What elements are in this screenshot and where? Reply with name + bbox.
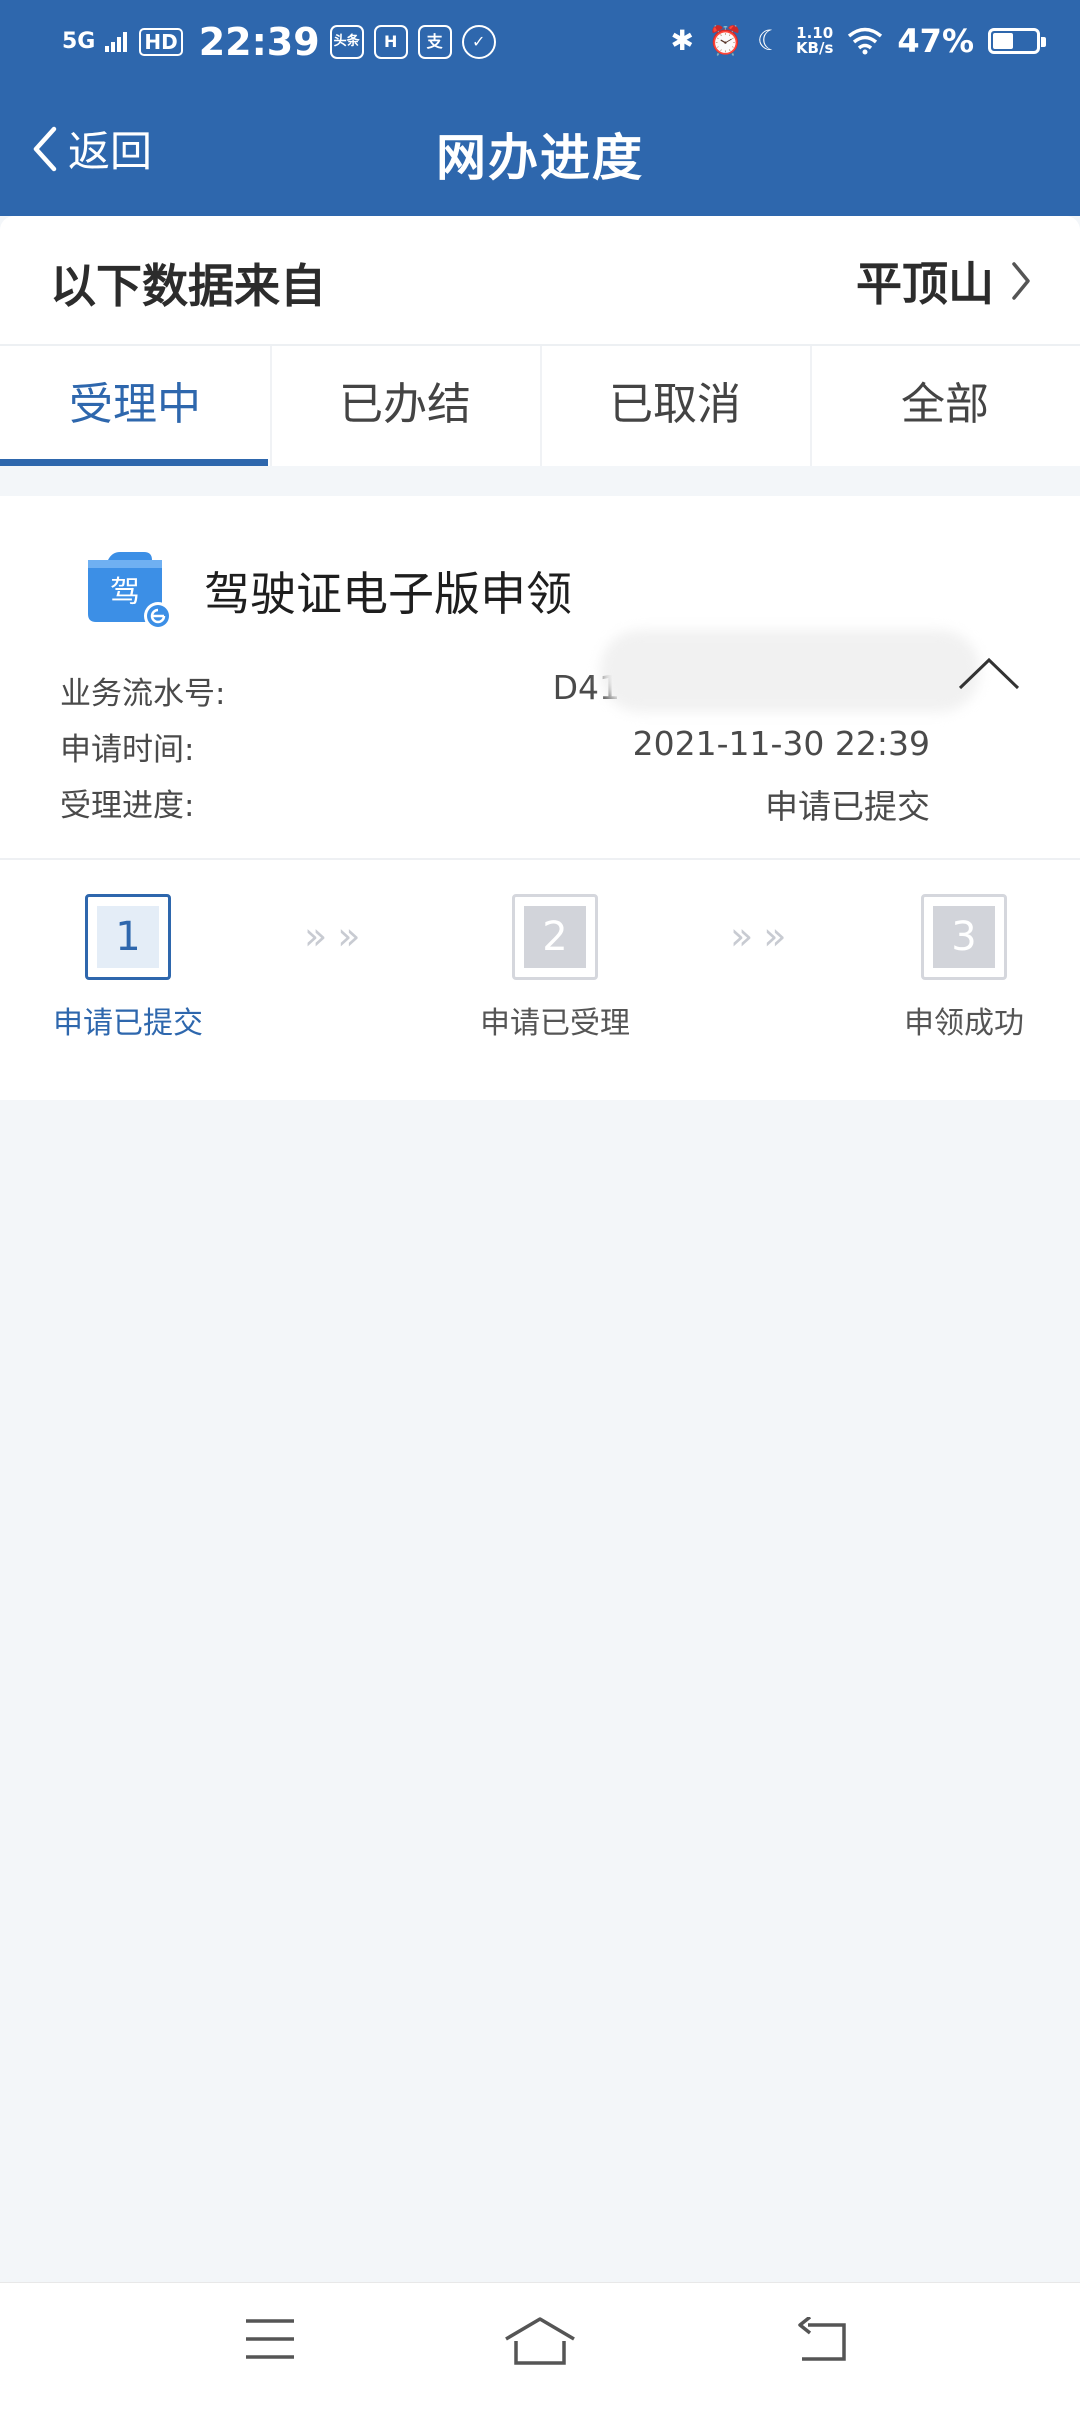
- step-submitted: 1 申请已提交: [28, 894, 228, 1042]
- progress-label: 受理进度:: [60, 788, 195, 824]
- driver-license-icon: 驾: [88, 552, 172, 630]
- page-title: 网办进度: [436, 129, 644, 187]
- step-label: 申请已受理: [480, 1006, 630, 1041]
- city-name: 平顶山: [856, 257, 994, 311]
- service-title: 驾驶证电子版申领: [204, 567, 572, 621]
- step-box: 2: [512, 894, 598, 980]
- step-box: 1: [85, 894, 171, 980]
- moon-icon: ☾: [756, 24, 782, 57]
- battery-fill: [993, 33, 1013, 49]
- battery-percent: 47%: [897, 22, 974, 60]
- time-row: 申请时间: 2021-11-30 22:39: [60, 724, 930, 774]
- status-bar: 5G HD 22:39 头条 H 支 ✓ ✱ ⏰ ☾ 1.10 KB/s 47%: [0, 0, 1080, 84]
- time-label: 申请时间:: [60, 732, 195, 768]
- status-tabs: 受理中 已办结 已取消 全部: [0, 346, 1080, 466]
- tab-cancelled[interactable]: 已取消: [540, 346, 810, 466]
- card-divider: [0, 858, 1080, 860]
- step-arrows-1: »»: [304, 914, 371, 958]
- city-selector[interactable]: 平顶山: [856, 248, 1032, 314]
- return-icon: [798, 2315, 846, 2361]
- step-accepted: 2 申请已受理: [455, 894, 655, 1042]
- tab-all[interactable]: 全部: [810, 346, 1080, 466]
- nav-bar: 返回 网办进度: [0, 84, 1080, 216]
- status-right: ✱ ⏰ ☾ 1.10 KB/s 47%: [670, 22, 1046, 60]
- battery-icon: [988, 28, 1046, 54]
- step-number: 3: [933, 906, 995, 968]
- bluetooth-icon: ✱: [670, 24, 694, 57]
- redaction-blur: [600, 630, 980, 712]
- collapse-button[interactable]: [958, 656, 1020, 694]
- data-source-row: 以下数据来自 平顶山: [0, 216, 1080, 346]
- step-arrows-2: »»: [730, 914, 797, 958]
- system-nav-bar: [0, 2282, 1080, 2409]
- progress-row: 受理进度: 申请已提交: [60, 780, 930, 830]
- step-success: 3 申领成功: [864, 894, 1064, 1042]
- wifi-icon: [848, 27, 883, 55]
- home-button[interactable]: [504, 2317, 576, 2369]
- signal-icon: [105, 32, 128, 52]
- serial-label: 业务流水号:: [60, 676, 226, 712]
- progress-value: 申请已提交: [765, 787, 930, 826]
- step-label: 申请已提交: [53, 1006, 203, 1041]
- alipay-icon: 支: [417, 25, 452, 59]
- step-label: 申领成功: [904, 1006, 1024, 1041]
- alarm-icon: ⏰: [707, 24, 743, 57]
- toutiao-app-icon: 头条: [329, 25, 364, 59]
- step-box: 3: [921, 894, 1007, 980]
- status-left: 5G HD 22:39 头条 H 支 ✓: [62, 20, 496, 64]
- network-speed: 1.10 KB/s: [796, 26, 833, 56]
- data-source-label: 以下数据来自: [50, 259, 326, 313]
- clock: 22:39: [198, 20, 320, 64]
- driver-license-icon-char: 驾: [110, 575, 140, 610]
- hd-badge: HD: [139, 28, 183, 56]
- app-h-icon: H: [373, 25, 408, 59]
- chevron-up-icon: [958, 657, 1020, 690]
- step-number: 1: [97, 906, 159, 968]
- network-type: 5G: [62, 29, 96, 54]
- menu-icon: [246, 2319, 294, 2359]
- menu-button[interactable]: [244, 2317, 296, 2365]
- compass-app-icon: ✓: [461, 25, 496, 59]
- time-value: 2021-11-30 22:39: [632, 724, 930, 763]
- chevron-right-icon: [1012, 262, 1030, 300]
- tab-processing[interactable]: 受理中: [0, 346, 270, 466]
- step-number: 2: [524, 906, 586, 968]
- back-nav-button[interactable]: [796, 2315, 850, 2367]
- home-icon: [505, 2317, 575, 2365]
- application-card: 驾 驾驶证电子版申领 业务流水号: D41 申请时间: 2021-11-30 2…: [0, 496, 1080, 1100]
- speed-unit: KB/s: [795, 39, 834, 57]
- tab-completed[interactable]: 已办结: [270, 346, 540, 466]
